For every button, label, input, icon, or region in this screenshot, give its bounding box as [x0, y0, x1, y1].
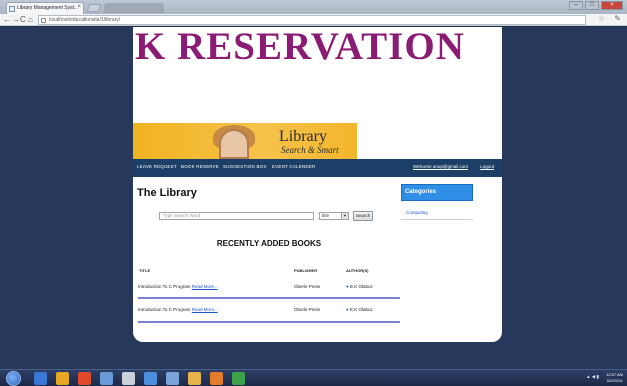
app-icon[interactable]	[100, 372, 113, 385]
folder-icon[interactable]	[188, 372, 201, 385]
nav-event-calender[interactable]: EVENT CALENDER	[272, 164, 315, 169]
library-logo-subtext: Search & Smart	[281, 145, 339, 155]
nav-book-reserve[interactable]: BOOK RESERVE	[181, 164, 219, 169]
book-author-text[interactable]: E.K Olabuz	[350, 284, 373, 289]
categories-header: Categories	[401, 184, 473, 201]
page-viewport: K RESERVATION Library Search & Smart LEA…	[0, 27, 627, 369]
wrench-menu-icon[interactable]: ✎	[614, 14, 621, 23]
book-author-text[interactable]: E.K Olabuz	[350, 307, 373, 312]
author-bullet: ●	[346, 284, 349, 289]
windows-taskbar: ▲ ◀ ▮ 12:07 AM 5/2/2014	[0, 369, 627, 386]
nav-suggestion-box[interactable]: SUGGESTION BOX	[223, 164, 267, 169]
app-icon[interactable]	[166, 372, 179, 385]
table-row: Introduction To C Program Read More... O…	[138, 307, 400, 321]
close-window-button[interactable]: ×	[601, 1, 623, 10]
address-bar[interactable]: localhost/educationsite/1/library/	[38, 15, 586, 25]
media-player-icon[interactable]	[78, 372, 91, 385]
maximize-button[interactable]: □	[585, 1, 599, 10]
background-window-tab[interactable]	[104, 3, 164, 13]
read-more-link[interactable]: Read More...	[192, 284, 218, 289]
app-icon[interactable]	[210, 372, 223, 385]
banner-girl-face	[219, 129, 249, 159]
book-publisher: Oberle Press	[294, 284, 321, 289]
book-title: Introduction To C Program Read More...	[138, 284, 218, 289]
banner-image: Library Search & Smart	[133, 123, 357, 159]
row-divider	[138, 321, 400, 323]
page-favicon-icon	[9, 6, 15, 12]
app-icon[interactable]	[144, 372, 157, 385]
ie-icon[interactable]	[34, 372, 47, 385]
search-input[interactable]: Type Search Word	[159, 212, 314, 220]
system-tray[interactable]: ▲ ◀ ▮	[586, 374, 599, 380]
minimize-button[interactable]: –	[569, 1, 583, 10]
nav-leave-request[interactable]: LEAVE REQUEST	[137, 164, 177, 169]
column-header-authors: AUTHOR(S)	[346, 268, 369, 273]
logout-link[interactable]: Logout	[480, 164, 494, 169]
close-tab-icon[interactable]: ×	[77, 4, 81, 10]
explorer-icon[interactable]	[56, 372, 69, 385]
browser-tab-strip: Library Management Syst... × – □ ×	[0, 0, 627, 14]
new-tab-button[interactable]	[86, 4, 102, 12]
window-controls: – □ ×	[569, 1, 623, 10]
url-text: localhost/educationsite/1/library/	[49, 17, 121, 23]
library-page: K RESERVATION Library Search & Smart LEA…	[133, 27, 502, 342]
page-info-icon[interactable]	[41, 18, 46, 23]
forward-icon[interactable]: →	[12, 15, 20, 25]
read-more-link[interactable]: Read More...	[192, 307, 218, 312]
home-icon[interactable]: ⌂	[28, 15, 33, 25]
table-row: Introduction To C Program Read More... O…	[138, 284, 400, 298]
tab-title: Library Management Syst...	[17, 5, 79, 11]
start-button[interactable]	[6, 371, 21, 386]
main-nav: LEAVE REQUEST BOOK RESERVE SUGGESTION BO…	[133, 159, 502, 177]
library-logo-text: Library	[279, 128, 327, 145]
app-icon[interactable]	[122, 372, 135, 385]
welcome-user-link[interactable]: Welcome anup@gmail.com	[413, 164, 468, 169]
clock-date: 5/2/2014	[606, 378, 623, 383]
reload-icon[interactable]: C	[20, 15, 26, 25]
column-header-title: TITLE	[139, 268, 151, 273]
search-select-value: title	[322, 213, 330, 218]
book-title-text: Introduction To C Program	[138, 284, 191, 289]
book-title-text: Introduction To C Program	[138, 307, 191, 312]
category-link-computing[interactable]: Computing	[406, 210, 428, 215]
bookmark-star-icon[interactable]: ☆	[598, 14, 605, 23]
address-toolbar: ← → C ⌂ localhost/educationsite/1/librar…	[0, 14, 627, 26]
author-bullet: ●	[346, 307, 349, 312]
book-author: ● E.K Olabuz	[346, 307, 373, 312]
book-publisher: Oberle Press	[294, 307, 321, 312]
back-icon[interactable]: ←	[3, 15, 11, 25]
app-icon[interactable]	[232, 372, 245, 385]
chevron-down-icon: ▼	[341, 213, 348, 219]
clock[interactable]: 12:07 AM 5/2/2014	[606, 372, 623, 384]
column-header-publisher: PUBLISHER	[294, 268, 318, 273]
page-title: The Library	[137, 187, 197, 199]
banner-title: K RESERVATION	[135, 27, 465, 68]
book-author: ● E.K Olabuz	[346, 284, 373, 289]
browser-tab[interactable]: Library Management Syst... ×	[6, 2, 84, 14]
search-field-select[interactable]: title ▼	[319, 212, 349, 220]
category-divider	[401, 219, 473, 220]
search-button[interactable]: Search	[353, 211, 373, 221]
row-divider	[138, 297, 400, 299]
book-title: Introduction To C Program Read More...	[138, 307, 218, 312]
recent-books-heading: RECENTLY ADDED BOOKS	[216, 239, 322, 248]
